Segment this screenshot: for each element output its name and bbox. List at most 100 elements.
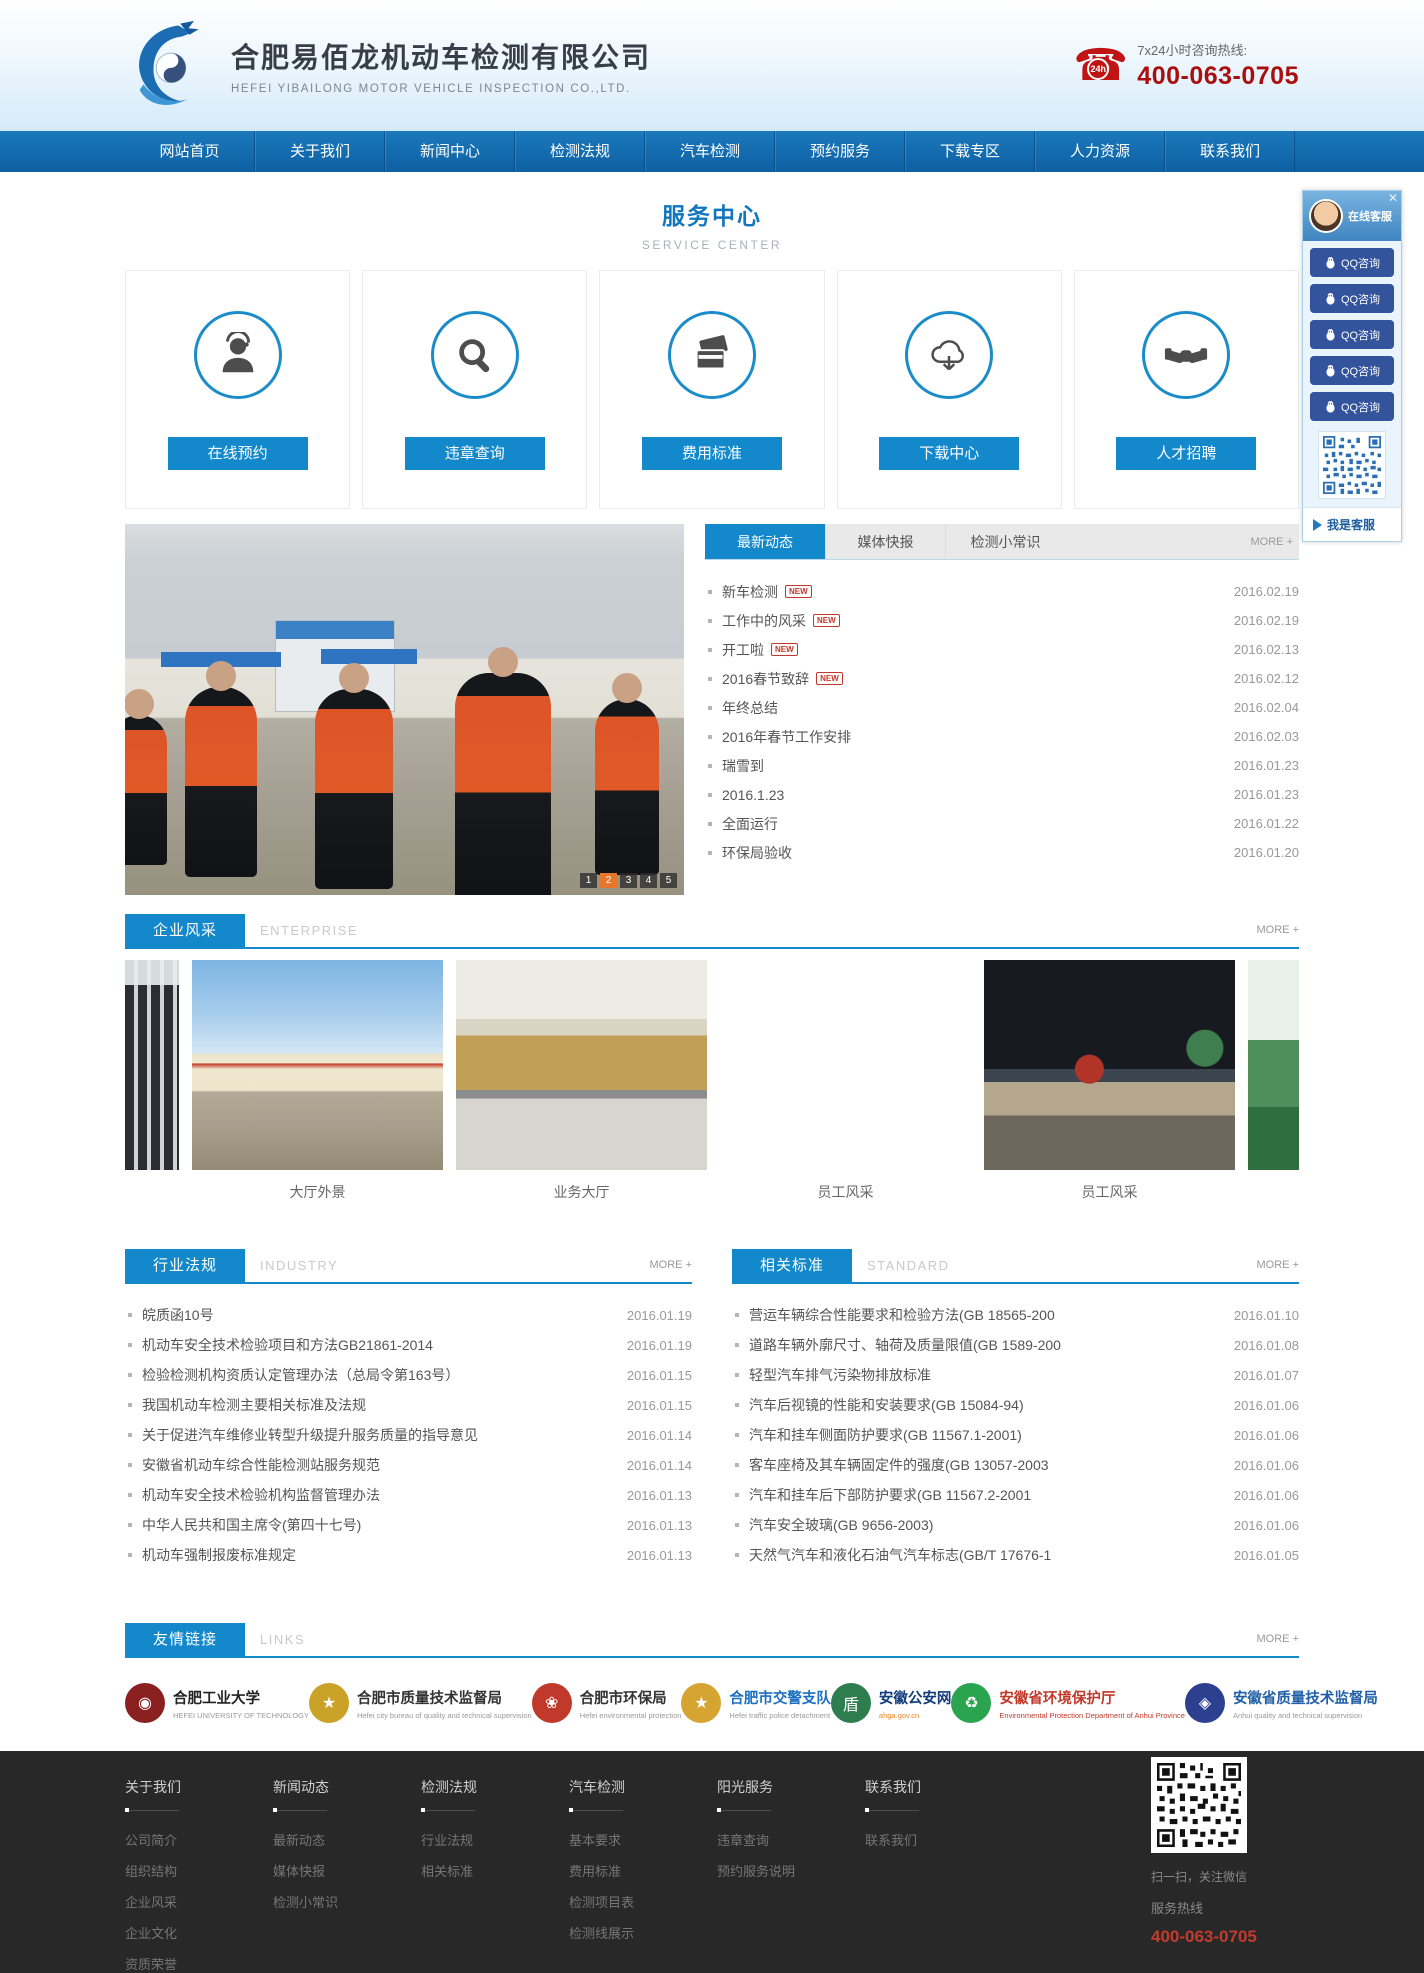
industry-row[interactable]: 中华人民共和国主席令(第四十七号)2016.01.13 — [125, 1510, 692, 1540]
footer-link[interactable]: 检测小常识 — [273, 1887, 421, 1918]
footer-link[interactable]: 公司简介 — [125, 1825, 273, 1856]
fee-standard-button[interactable]: 费用标准 — [642, 437, 782, 470]
nav-item-news[interactable]: 新闻中心 — [385, 131, 515, 172]
industry-row[interactable]: 机动车强制报废标准规定2016.01.13 — [125, 1540, 692, 1570]
standard-row[interactable]: 汽车后视镜的性能和安装要求(GB 15084-94)2016.01.06 — [732, 1390, 1299, 1420]
partner-traffic-police[interactable]: ★ 合肥市交警支队Hefei traffic police detachment — [681, 1683, 831, 1723]
news-row[interactable]: 工作中的风采NEW2016.02.19 — [705, 606, 1299, 635]
enterprise-tab[interactable]: 企业风采 — [125, 914, 245, 947]
industry-row[interactable]: 检验检测机构资质认定管理办法（总局令第163号）2016.01.15 — [125, 1360, 692, 1390]
tab-media-report[interactable]: 媒体快报 — [825, 524, 945, 559]
gallery-item[interactable]: 员工风采 — [720, 960, 971, 1202]
footer-link[interactable]: 行业法规 — [421, 1825, 569, 1856]
industry-more-link[interactable]: MORE + — [650, 1249, 692, 1282]
news-row[interactable]: 环保局验收2016.01.20 — [705, 838, 1299, 867]
footer-link[interactable]: 联系我们 — [865, 1825, 1013, 1856]
nav-item-home[interactable]: 网站首页 — [125, 131, 255, 172]
nav-item-booking[interactable]: 预约服务 — [775, 131, 905, 172]
standard-row[interactable]: 天然气汽车和液化石油气汽车标志(GB/T 17676-12016.01.05 — [732, 1540, 1299, 1570]
gallery-item[interactable]: 业务大厅 — [456, 960, 707, 1202]
violation-query-button[interactable]: 违章查询 — [405, 437, 545, 470]
standard-tab[interactable]: 相关标准 — [732, 1249, 852, 1282]
news-more-link[interactable]: MORE + — [1251, 524, 1299, 559]
footer-link[interactable]: 检测线展示 — [569, 1918, 717, 1949]
industry-row[interactable]: 机动车安全技术检验项目和方法GB21861-20142016.01.19 — [125, 1330, 692, 1360]
standard-row[interactable]: 道路车辆外廓尺寸、轴荷及质量限值(GB 1589-2002016.01.08 — [732, 1330, 1299, 1360]
news-row[interactable]: 2016年春节工作安排2016.02.03 — [705, 722, 1299, 751]
service-card-violation[interactable]: 违章查询 — [362, 270, 587, 509]
qq-consult-button-2[interactable]: QQ咨询 — [1310, 284, 1394, 313]
news-row[interactable]: 2016.1.232016.01.23 — [705, 780, 1299, 809]
footer-link[interactable]: 最新动态 — [273, 1825, 421, 1856]
industry-row[interactable]: 关于促进汽车维修业转型升级提升服务质量的指导意见2016.01.14 — [125, 1420, 692, 1450]
service-card-recruit[interactable]: 人才招聘 — [1074, 270, 1299, 509]
tab-inspection-tips[interactable]: 检测小常识 — [945, 524, 1065, 559]
footer-link[interactable]: 组织结构 — [125, 1856, 273, 1887]
industry-row[interactable]: 皖质函10号2016.01.19 — [125, 1300, 692, 1330]
footer-link[interactable]: 企业风采 — [125, 1887, 273, 1918]
qq-consult-button-1[interactable]: QQ咨询 — [1310, 248, 1394, 277]
news-row[interactable]: 全面运行2016.01.22 — [705, 809, 1299, 838]
links-tab[interactable]: 友情链接 — [125, 1623, 245, 1656]
service-card-fees[interactable]: 费用标准 — [599, 270, 824, 509]
news-row[interactable]: 新车检测NEW2016.02.19 — [705, 577, 1299, 606]
service-card-booking[interactable]: 在线预约 — [125, 270, 350, 509]
service-card-download[interactable]: 下载中心 — [837, 270, 1062, 509]
carousel-page-3[interactable]: 3 — [620, 873, 637, 888]
standard-more-link[interactable]: MORE + — [1257, 1249, 1299, 1282]
photo-carousel[interactable]: 1 2 3 4 5 — [125, 524, 684, 895]
i-am-agent-link[interactable]: 我是客服 — [1303, 507, 1401, 541]
industry-row[interactable]: 安徽省机动车综合性能检测站服务规范2016.01.14 — [125, 1450, 692, 1480]
footer-link[interactable]: 媒体快报 — [273, 1856, 421, 1887]
partner-anhui-police-net[interactable]: 盾 安徽公安网ahga.gov.cn — [831, 1683, 952, 1723]
links-more-link[interactable]: MORE + — [1257, 1623, 1299, 1656]
footer-link[interactable]: 检测项目表 — [569, 1887, 717, 1918]
company-logo[interactable]: 合肥易佰龙机动车检测有限公司 HEFEI YIBAILONG MOTOR VEH… — [125, 20, 651, 112]
footer-link[interactable]: 违章查询 — [717, 1825, 865, 1856]
close-icon[interactable]: ✕ — [1388, 192, 1398, 204]
gallery-item[interactable]: 员工风采 — [984, 960, 1235, 1202]
footer-link[interactable]: 费用标准 — [569, 1856, 717, 1887]
news-row[interactable]: 年终总结2016.02.04 — [705, 693, 1299, 722]
carousel-page-5[interactable]: 5 — [660, 873, 677, 888]
qq-consult-button-3[interactable]: QQ咨询 — [1310, 320, 1394, 349]
partner-hefei-epa[interactable]: ❀ 合肥市环保局Hefei environmental protection — [532, 1683, 682, 1723]
news-row[interactable]: 2016春节致辞NEW2016.02.12 — [705, 664, 1299, 693]
standard-row[interactable]: 营运车辆综合性能要求和检验方法(GB 18565-2002016.01.10 — [732, 1300, 1299, 1330]
industry-row[interactable]: 机动车安全技术检验机构监督管理办法2016.01.13 — [125, 1480, 692, 1510]
standard-row[interactable]: 汽车和挂车侧面防护要求(GB 11567.1-2001)2016.01.06 — [732, 1420, 1299, 1450]
standard-row[interactable]: 轻型汽车排气污染物排放标准2016.01.07 — [732, 1360, 1299, 1390]
nav-item-about[interactable]: 关于我们 — [255, 131, 385, 172]
carousel-page-1[interactable]: 1 — [580, 873, 597, 888]
nav-item-inspection[interactable]: 汽车检测 — [645, 131, 775, 172]
gallery-photo-partial-left[interactable] — [125, 960, 179, 1170]
standard-row[interactable]: 汽车和挂车后下部防护要求(GB 11567.2-20012016.01.06 — [732, 1480, 1299, 1510]
nav-item-regulations[interactable]: 检测法规 — [515, 131, 645, 172]
download-center-button[interactable]: 下载中心 — [879, 437, 1019, 470]
tab-latest-news[interactable]: 最新动态 — [705, 524, 825, 559]
enterprise-more-link[interactable]: MORE + — [1257, 914, 1299, 947]
footer-link[interactable]: 企业文化 — [125, 1918, 273, 1949]
standard-row[interactable]: 汽车安全玻璃(GB 9656-2003)2016.01.06 — [732, 1510, 1299, 1540]
gallery-item[interactable]: 大厅外景 — [192, 960, 443, 1202]
footer-link[interactable]: 相关标准 — [421, 1856, 569, 1887]
carousel-page-4[interactable]: 4 — [640, 873, 657, 888]
industry-row[interactable]: 我国机动车检测主要相关标准及法规2016.01.15 — [125, 1390, 692, 1420]
partner-anhui-quality-bureau[interactable]: ◈ 安徽省质量技术监督局Anhui quality and technical … — [1185, 1683, 1378, 1723]
footer-link[interactable]: 资质荣誉 — [125, 1949, 273, 1973]
partner-hfut[interactable]: ◉ 合肥工业大学HEFEI UNIVERSITY OF TECHNOLOGY — [125, 1683, 309, 1723]
recruitment-button[interactable]: 人才招聘 — [1116, 437, 1256, 470]
nav-item-hr[interactable]: 人力资源 — [1035, 131, 1165, 172]
partner-hefei-quality-bureau[interactable]: ★ 合肥市质量技术监督局Hefei city bureau of quality… — [309, 1683, 532, 1723]
industry-tab[interactable]: 行业法规 — [125, 1249, 245, 1282]
news-row[interactable]: 瑞雪到2016.01.23 — [705, 751, 1299, 780]
footer-link[interactable]: 基本要求 — [569, 1825, 717, 1856]
online-booking-button[interactable]: 在线预约 — [168, 437, 308, 470]
gallery-photo-partial-right[interactable] — [1248, 960, 1299, 1170]
nav-item-downloads[interactable]: 下载专区 — [905, 131, 1035, 172]
nav-item-contact[interactable]: 联系我们 — [1165, 131, 1295, 172]
carousel-page-2-active[interactable]: 2 — [600, 873, 617, 888]
qq-consult-button-5[interactable]: QQ咨询 — [1310, 392, 1394, 421]
partner-anhui-epd[interactable]: ♻ 安徽省环境保护厅Environmental Protection Depar… — [951, 1683, 1185, 1723]
qq-consult-button-4[interactable]: QQ咨询 — [1310, 356, 1394, 385]
